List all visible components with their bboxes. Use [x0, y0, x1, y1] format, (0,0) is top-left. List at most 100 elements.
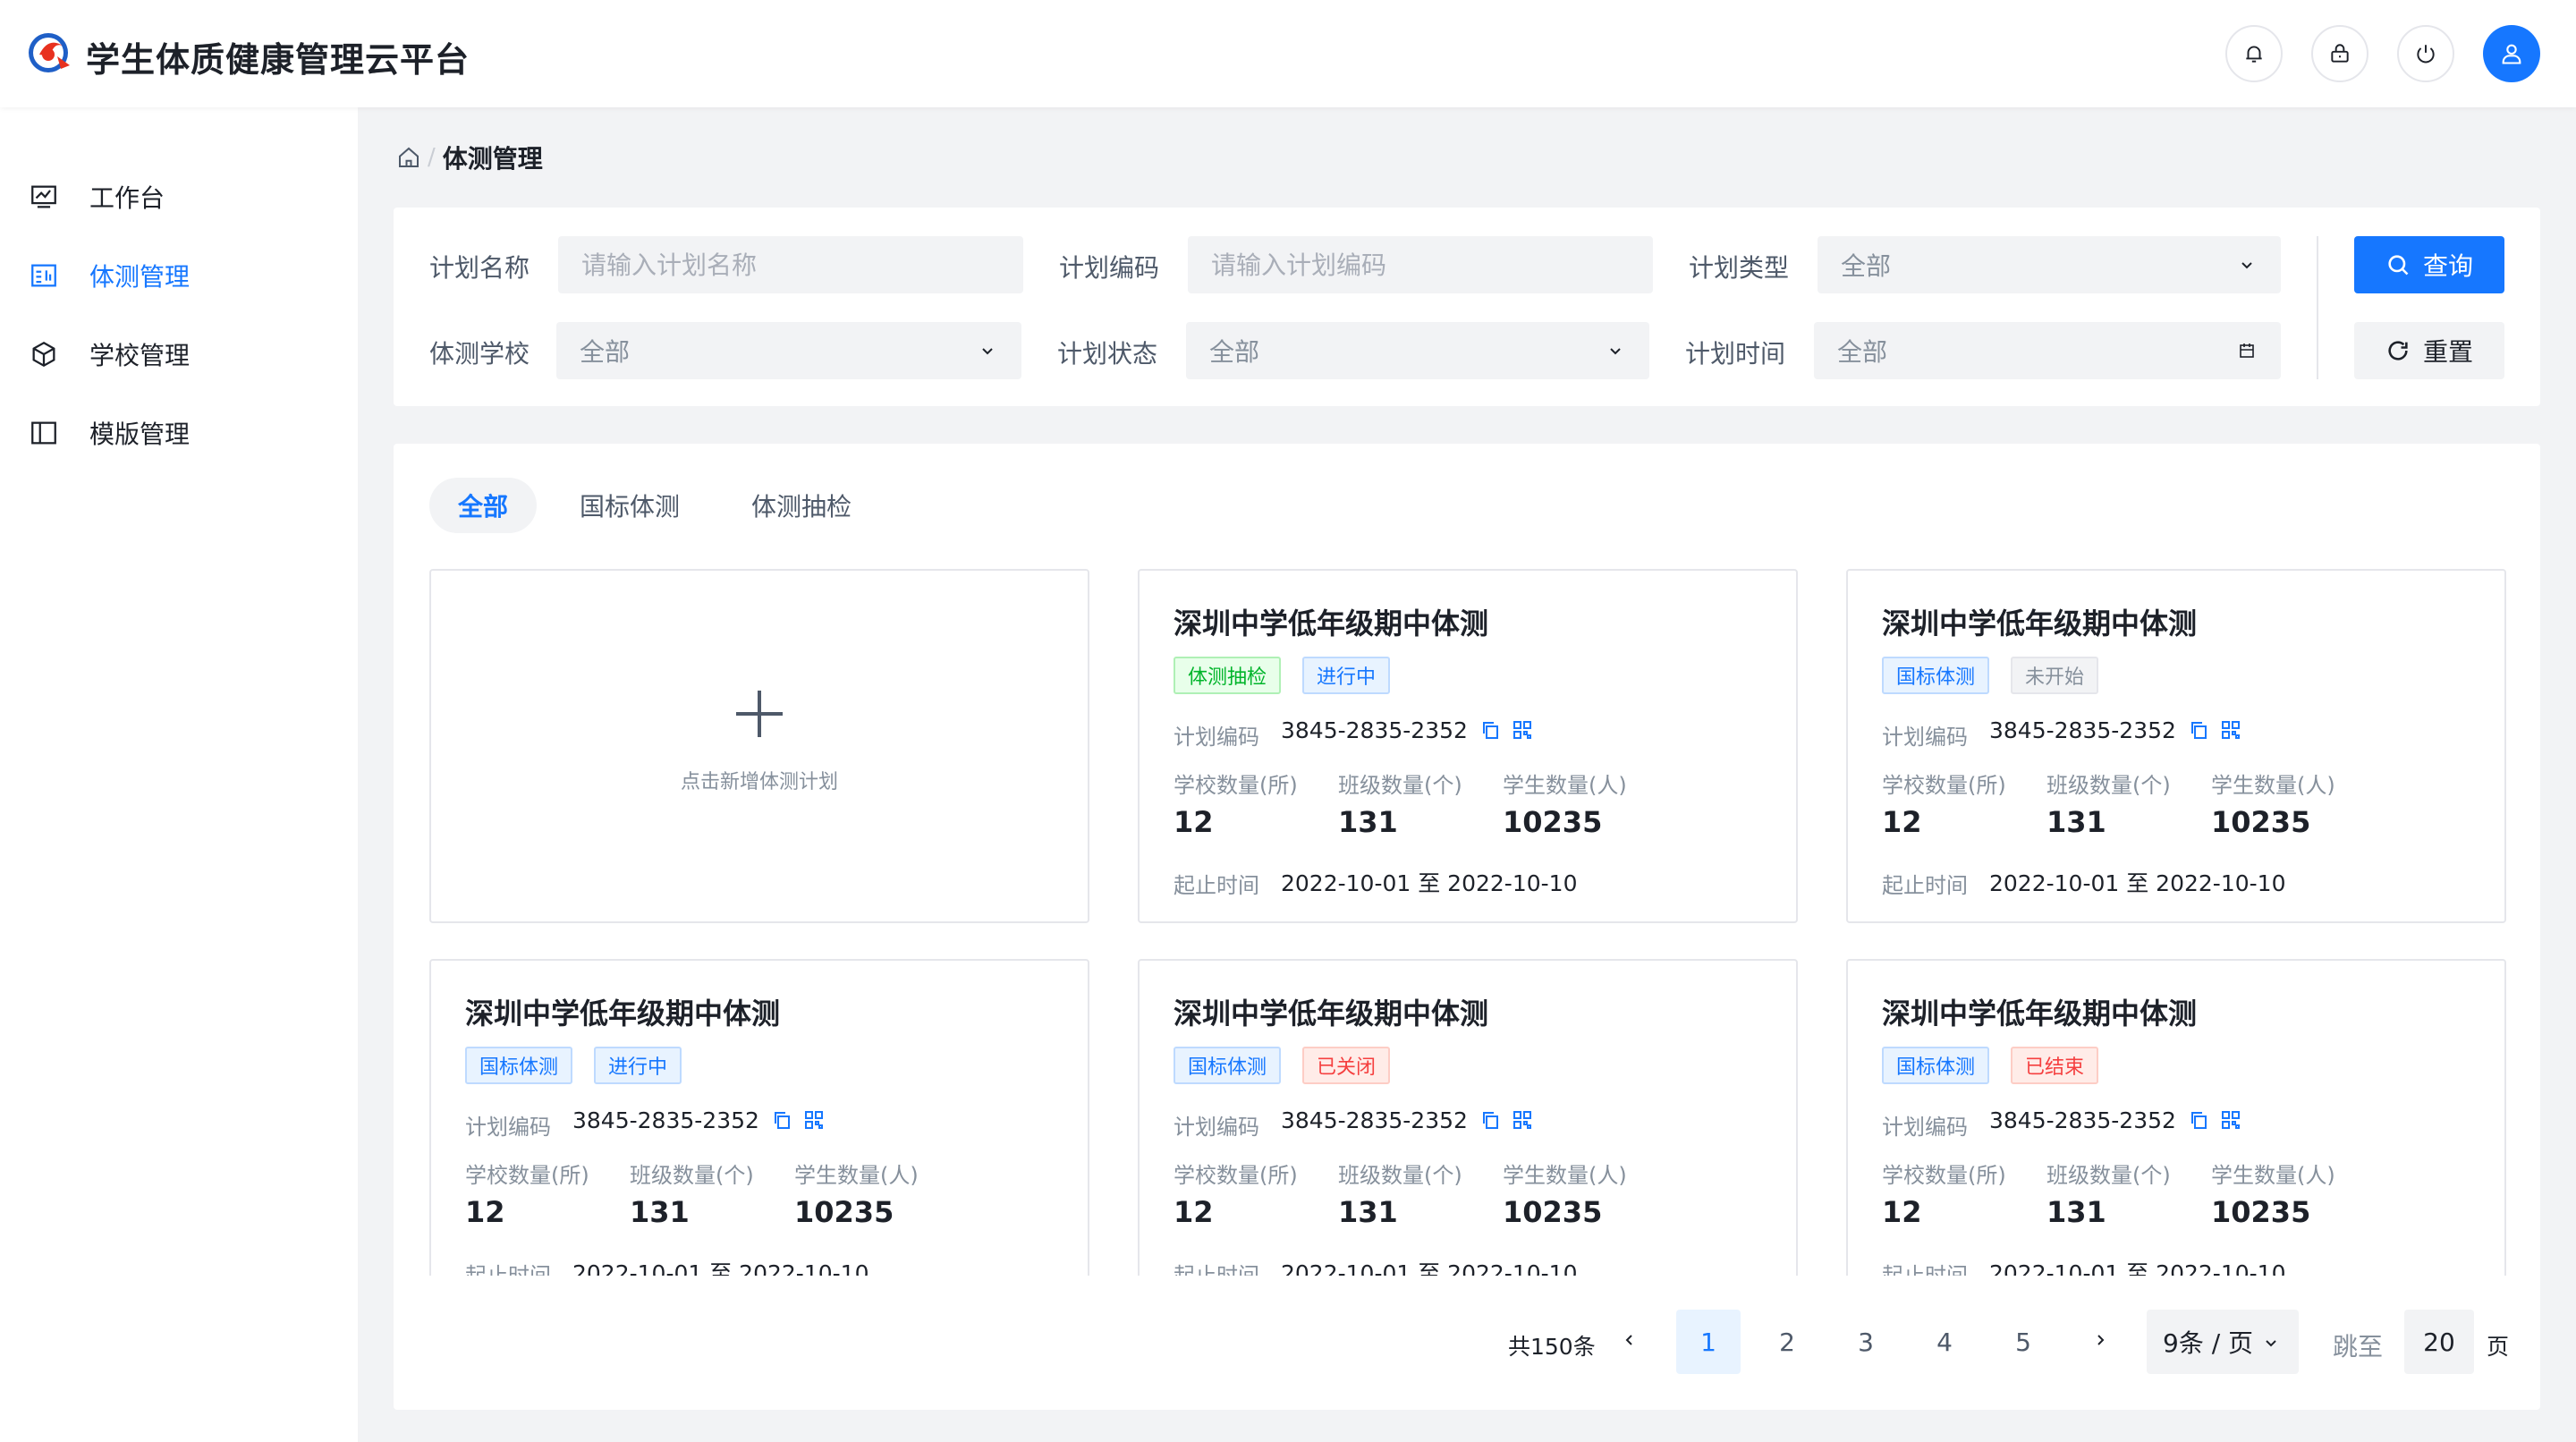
page-size-value: 9条 / 页	[2163, 1328, 2254, 1358]
tab-label: 国标体测	[580, 492, 681, 522]
tab-all[interactable]: 全部	[429, 478, 537, 533]
sidebar-item-label: 工作台	[89, 183, 165, 213]
pagination-page[interactable]: 3	[1834, 1310, 1898, 1374]
plan-title: 深圳中学低年级期中体测	[1174, 997, 1489, 1031]
school-select[interactable]: 全部	[556, 322, 1021, 379]
school-value: 全部	[580, 337, 631, 367]
plan-code-input[interactable]	[1211, 250, 1630, 280]
school-count-label: 学校数量(所)	[1174, 773, 1298, 798]
reset-button[interactable]: 重置	[2354, 322, 2504, 379]
refresh-icon	[2388, 341, 2408, 360]
plan-code-actions	[1479, 1109, 1533, 1131]
school-count-label: 学校数量(所)	[1882, 773, 2006, 798]
pagination-page[interactable]: 2	[1755, 1310, 1819, 1374]
plan-status-label: 计划状态	[1057, 339, 1158, 369]
user-avatar[interactable]	[2483, 25, 2540, 82]
school-count-label: 学校数量(所)	[1882, 1163, 2006, 1188]
plan-code-actions	[771, 1109, 825, 1131]
plan-code-field[interactable]	[1188, 236, 1653, 293]
student-count-value: 10235	[2211, 805, 2311, 839]
sidebar-item-school-management[interactable]: 学校管理	[0, 322, 358, 386]
plan-code-label: 计划编码	[1059, 253, 1160, 283]
app-title: 学生体质健康管理云平台	[86, 40, 470, 80]
school-count-label: 学校数量(所)	[465, 1163, 589, 1188]
period-value: 2022-10-01 至 2022-10-10	[1281, 870, 1578, 896]
period-label: 起止时间	[1174, 873, 1259, 898]
class-count-label: 班级数量(个)	[630, 1163, 754, 1188]
period-label: 起止时间	[465, 1263, 551, 1276]
box-icon	[32, 341, 55, 368]
student-count-label: 学生数量(人)	[1503, 1163, 1627, 1188]
class-count-label: 班级数量(个)	[2046, 773, 2171, 798]
plan-title: 深圳中学低年级期中体测	[1174, 606, 1489, 640]
sidebar-item-template-management[interactable]: 模版管理	[0, 401, 358, 465]
pagination-page[interactable]: 5	[1991, 1310, 2055, 1374]
qrcode-icon[interactable]	[2220, 1109, 2241, 1131]
page-size-select[interactable]: 9条 / 页	[2147, 1310, 2299, 1374]
sidebar-item-test-management[interactable]: 体测管理	[0, 243, 358, 308]
sidebar-item-label: 体测管理	[89, 262, 191, 292]
pagination-page[interactable]: 1	[1676, 1310, 1741, 1374]
plan-status-tag: 已关闭	[1302, 1047, 1391, 1084]
class-count-value: 131	[2046, 1195, 2106, 1229]
plan-status-tag: 进行中	[1302, 657, 1391, 694]
pagination-next[interactable]	[2084, 1324, 2116, 1356]
plan-status-select[interactable]: 全部	[1186, 322, 1649, 379]
plan-code-actions	[1479, 719, 1533, 741]
class-count-value: 131	[630, 1195, 690, 1229]
plan-name-label: 计划名称	[429, 253, 530, 283]
copy-icon[interactable]	[1479, 719, 1501, 741]
home-icon[interactable]	[395, 144, 422, 171]
breadcrumb: / 体测管理	[395, 141, 543, 174]
plan-card[interactable]: 深圳中学低年级期中体测 体测抽检 进行中 计划编码 3845-2835-2352…	[1138, 569, 1798, 923]
student-count-value: 10235	[2211, 1195, 2311, 1229]
copy-icon[interactable]	[1479, 1109, 1501, 1131]
school-label: 体测学校	[429, 339, 530, 369]
plan-card[interactable]: 深圳中学低年级期中体测 国标体测 未开始 计划编码 3845-2835-2352…	[1846, 569, 2506, 923]
qrcode-icon[interactable]	[1512, 1109, 1533, 1131]
copy-icon[interactable]	[771, 1109, 792, 1131]
qrcode-icon[interactable]	[1512, 719, 1533, 741]
plan-code-label: 计划编码	[1882, 1115, 1968, 1140]
add-plan-label: 点击新增体测计划	[680, 771, 838, 793]
plan-type-select[interactable]: 全部	[1818, 236, 2281, 293]
pagination-page[interactable]: 4	[1912, 1310, 1977, 1374]
qrcode-icon[interactable]	[803, 1109, 825, 1131]
school-count-label: 学校数量(所)	[1174, 1163, 1298, 1188]
plan-card[interactable]: 深圳中学低年级期中体测 国标体测 已关闭 计划编码 3845-2835-2352…	[1138, 959, 1798, 1276]
chevron-right-icon	[2097, 1335, 2105, 1345]
table-report-icon	[31, 264, 56, 287]
school-count-value: 12	[1174, 805, 1214, 839]
jump-to-input[interactable]: 20	[2404, 1310, 2474, 1374]
search-icon	[2388, 255, 2409, 276]
plan-name-field[interactable]	[558, 236, 1023, 293]
plan-code-label: 计划编码	[465, 1115, 551, 1140]
pagination-prev[interactable]	[1614, 1324, 1646, 1356]
plan-name-input[interactable]	[581, 250, 1000, 280]
chevron-down-icon	[982, 348, 993, 355]
sidebar-item-workbench[interactable]: 工作台	[0, 165, 358, 229]
copy-icon[interactable]	[2188, 1109, 2209, 1131]
copy-icon[interactable]	[2188, 719, 2209, 741]
plan-card[interactable]: 深圳中学低年级期中体测 国标体测 进行中 计划编码 3845-2835-2352…	[429, 959, 1089, 1276]
class-count-value: 131	[2046, 805, 2106, 839]
lock-button[interactable]	[2311, 25, 2368, 82]
tab-label: 全部	[458, 492, 509, 522]
notification-button[interactable]	[2225, 25, 2283, 82]
class-count-value: 131	[1338, 1195, 1398, 1229]
sidebar-item-label: 学校管理	[89, 341, 191, 370]
plan-card[interactable]: 深圳中学低年级期中体测 国标体测 已结束 计划编码 3845-2835-2352…	[1846, 959, 2506, 1276]
chevron-down-icon	[2241, 262, 2252, 269]
search-button[interactable]: 查询	[2354, 236, 2504, 293]
plan-time-picker[interactable]: 全部	[1814, 322, 2281, 379]
tab-spot-check[interactable]: 体测抽检	[723, 478, 880, 533]
add-plan-card[interactable]: 点击新增体测计划	[429, 569, 1089, 923]
plan-status-tag: 进行中	[594, 1047, 682, 1084]
logout-button[interactable]	[2397, 25, 2454, 82]
qrcode-icon[interactable]	[2220, 719, 2241, 741]
tab-national-standard[interactable]: 国标体测	[551, 478, 708, 533]
plan-status-tag: 未开始	[2011, 657, 2099, 694]
class-count-label: 班级数量(个)	[1338, 1163, 1462, 1188]
period-value: 2022-10-01 至 2022-10-10	[1281, 1260, 1578, 1276]
student-count-value: 10235	[1503, 805, 1603, 839]
